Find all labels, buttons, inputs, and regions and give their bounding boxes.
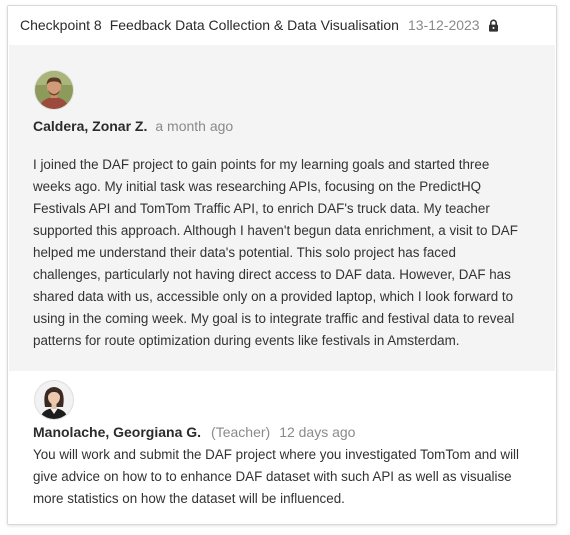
checkpoint-date: 13-12-2023 bbox=[407, 17, 480, 33]
comment-line: helped me understand their data's potent… bbox=[33, 245, 456, 260]
comment-timestamp: 12 days ago bbox=[279, 424, 356, 440]
comment-line: Festivals API and TomTom Traffic API, to… bbox=[33, 201, 490, 216]
comment-author-row: Caldera, Zonar Z. a month ago bbox=[33, 118, 233, 134]
comment-line: patterns for route optimization during e… bbox=[33, 333, 460, 348]
comment-line: I joined the DAF project to gain points … bbox=[33, 157, 490, 172]
comment-body: I joined the DAF project to gain points … bbox=[33, 154, 545, 352]
comment-line: challenges, particularly not having dire… bbox=[33, 267, 511, 282]
comment-entry: Manolache, Georgiana G. (Teacher) 12 day… bbox=[9, 371, 555, 524]
avatar[interactable] bbox=[34, 70, 74, 110]
comment-body: You will work and submit the DAF project… bbox=[33, 444, 545, 510]
comment-author[interactable]: Manolache, Georgiana G. bbox=[33, 424, 201, 440]
comment-line: supported this approach. Although I have… bbox=[33, 223, 518, 238]
checkpoint-feedback-card: Checkpoint 8 Feedback Data Collection & … bbox=[7, 5, 557, 525]
comment-line: give advice on how to to enhance DAF dat… bbox=[33, 469, 512, 484]
checkpoint-label: Checkpoint 8 bbox=[20, 17, 102, 33]
comment-author[interactable]: Caldera, Zonar Z. bbox=[33, 118, 147, 134]
author-role-badge: (Teacher) bbox=[211, 424, 271, 440]
comment-author-row: Manolache, Georgiana G. (Teacher) 12 day… bbox=[33, 424, 355, 440]
comment-line: more statistics on how the dataset will … bbox=[33, 491, 345, 506]
lock-icon bbox=[488, 19, 499, 32]
comment-timestamp: a month ago bbox=[155, 118, 234, 134]
comment-line: shared data with us, accessible only on … bbox=[33, 289, 514, 304]
comment-line: weeks ago. My initial task was researchi… bbox=[33, 179, 482, 194]
comment-entry: Caldera, Zonar Z. a month ago I joined t… bbox=[9, 45, 555, 371]
comment-line: You will work and submit the DAF project… bbox=[33, 447, 520, 462]
checkpoint-header[interactable]: Checkpoint 8 Feedback Data Collection & … bbox=[8, 6, 556, 44]
avatar[interactable] bbox=[34, 380, 74, 420]
checkpoint-title: Feedback Data Collection & Data Visualis… bbox=[109, 17, 399, 33]
comment-line: using in the coming week. My goal is to … bbox=[33, 311, 515, 326]
